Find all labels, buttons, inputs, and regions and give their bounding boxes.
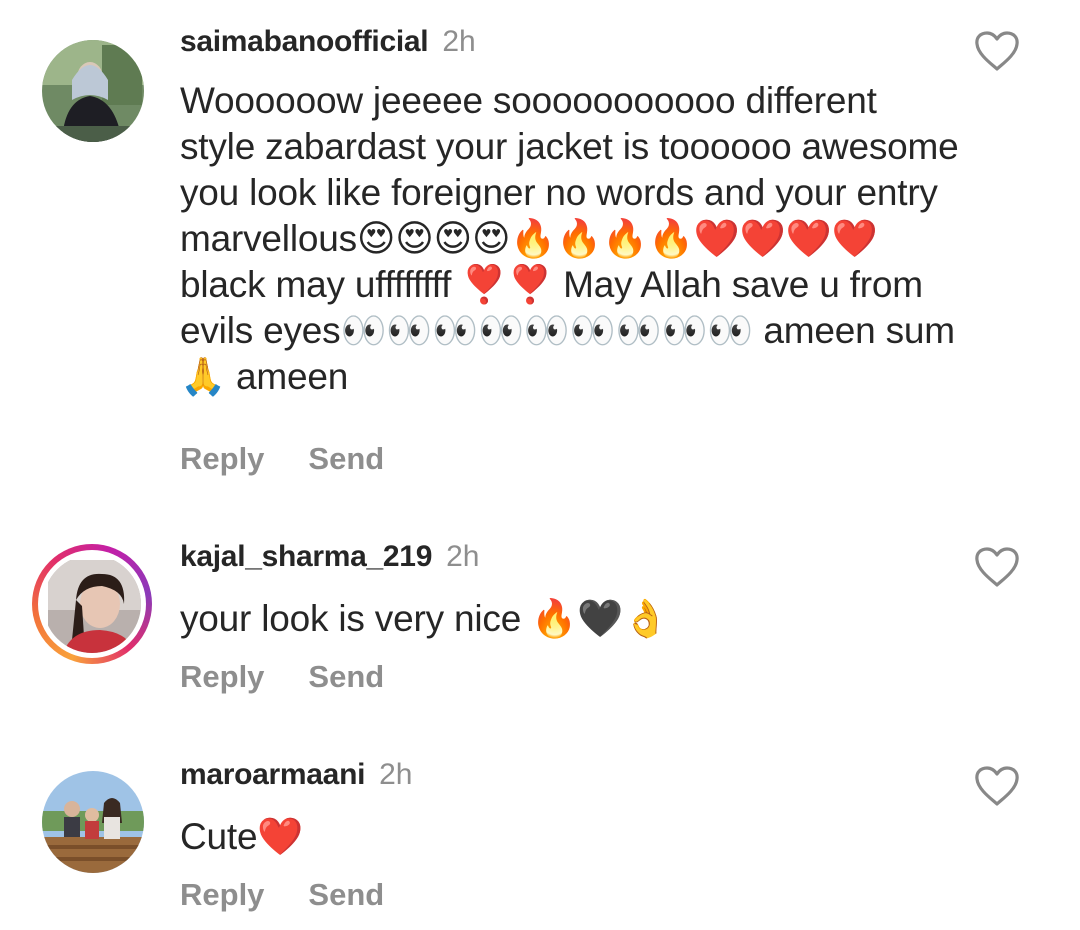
timestamp: 2h <box>446 540 480 573</box>
username[interactable]: saimabanoofficial <box>180 25 429 58</box>
story-ring <box>38 550 146 658</box>
avatar-image <box>42 771 144 873</box>
comment-text: your look is very nice 🔥🖤👌 <box>180 598 669 639</box>
avatar-image <box>48 560 141 653</box>
timestamp: 2h <box>442 25 476 58</box>
timestamp: 2h <box>379 758 413 791</box>
avatar[interactable] <box>42 40 144 142</box>
avatar-image-frame <box>43 555 141 653</box>
comment-actions: Reply Send <box>180 659 384 695</box>
reply-button[interactable]: Reply <box>180 441 264 476</box>
heart-outline-icon[interactable] <box>974 765 1020 807</box>
comment-header: maroarmaani 2h <box>180 757 413 793</box>
comment-header: kajal_sharma_219 2h <box>180 539 479 575</box>
comment-text: Woooooow jeeeee sooooooooooo different s… <box>180 80 959 397</box>
comment-actions: Reply Send <box>180 441 384 477</box>
comment-actions: Reply Send <box>180 877 384 913</box>
reply-button[interactable]: Reply <box>180 877 264 912</box>
username[interactable]: maroarmaani <box>180 758 365 791</box>
avatar-image <box>42 40 144 142</box>
comment-header: saimabanoofficial 2h <box>180 24 476 60</box>
heart-outline-icon[interactable] <box>974 546 1020 588</box>
username[interactable]: kajal_sharma_219 <box>180 540 432 573</box>
heart-outline-icon[interactable] <box>974 30 1020 72</box>
avatar[interactable] <box>32 544 152 664</box>
avatar[interactable] <box>42 771 144 873</box>
reply-button[interactable]: Reply <box>180 659 264 694</box>
comment-text: Cute❤️ <box>180 816 304 857</box>
send-button[interactable]: Send <box>308 659 384 694</box>
send-button[interactable]: Send <box>308 441 384 476</box>
send-button[interactable]: Send <box>308 877 384 912</box>
